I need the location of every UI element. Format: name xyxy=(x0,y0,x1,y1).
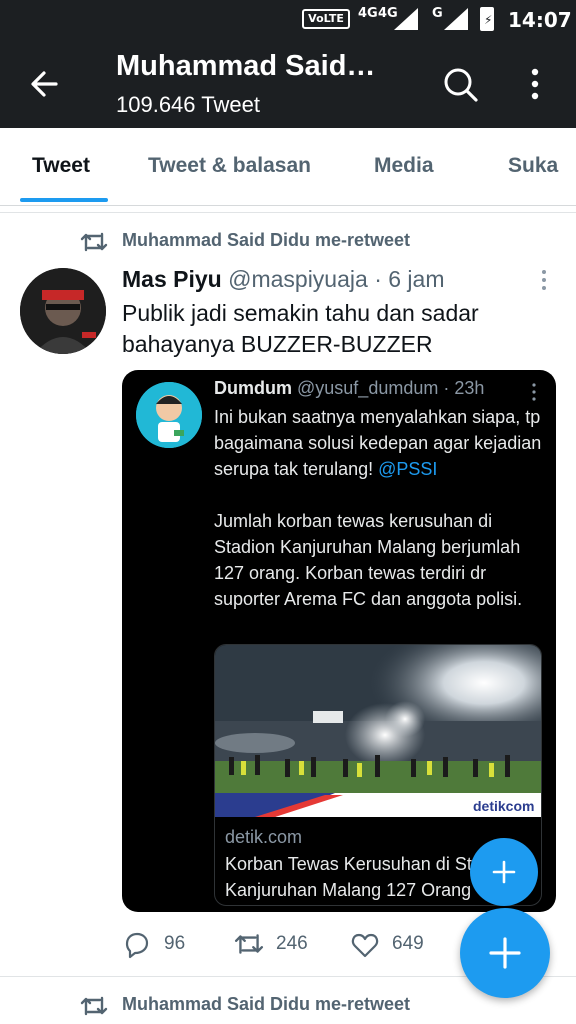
heart-icon xyxy=(351,933,379,958)
author-name[interactable]: Mas Piyu xyxy=(122,266,222,292)
signal-icon xyxy=(394,8,418,30)
retweet-icon xyxy=(80,232,108,252)
network-type-label-3: G xyxy=(432,6,443,21)
search-icon[interactable] xyxy=(440,64,480,104)
plus-icon xyxy=(492,860,516,884)
back-arrow-icon[interactable] xyxy=(26,66,62,102)
link-domain: detik.com xyxy=(225,827,303,847)
plus-icon xyxy=(489,937,521,969)
quoted-author-name: Dumdum xyxy=(214,378,292,398)
quoted-tweet-text: Ini bukan saatnya menyalahkan siapa, tp … xyxy=(214,404,548,638)
tweet-more-icon[interactable] xyxy=(538,268,550,292)
battery-icon: ⚡ xyxy=(480,7,494,31)
profile-title: Muhammad Said… xyxy=(116,50,376,82)
like-count: 649 xyxy=(392,933,424,954)
tweet-time: · 6 jam xyxy=(374,266,445,292)
mention-link[interactable]: @PSSI xyxy=(378,459,437,479)
quoted-text-para2: Jumlah korban tewas kerusuhan di Stadion… xyxy=(214,511,523,609)
compose-button-small[interactable] xyxy=(470,838,538,906)
quoted-avatar[interactable] xyxy=(136,382,202,448)
volte-badge: VoLTE xyxy=(302,9,350,29)
detik-watermark: detikcom xyxy=(473,798,534,814)
profile-tabs: Tweet Tweet & balasan Media Suka xyxy=(0,128,576,206)
quoted-more-icon[interactable] xyxy=(530,382,538,402)
clock: 14:07 xyxy=(508,8,572,32)
tab-likes[interactable]: Suka xyxy=(508,154,558,178)
compose-tweet-button[interactable] xyxy=(460,908,550,998)
tab-tweet[interactable]: Tweet xyxy=(32,154,90,178)
status-bar: VoLTE 4G 4G G ⚡ 14:07 xyxy=(0,0,576,40)
quoted-tweet-time: · 23h xyxy=(443,378,485,398)
tab-tweet-replies[interactable]: Tweet & balasan xyxy=(148,154,311,178)
tab-media[interactable]: Media xyxy=(374,154,434,178)
active-tab-indicator xyxy=(20,198,108,202)
tweet-header: Mas Piyu @maspiyuaja · 6 jam xyxy=(122,266,444,293)
signal-icon-2 xyxy=(444,8,468,30)
divider xyxy=(0,212,576,213)
more-vertical-icon[interactable] xyxy=(520,64,550,104)
tweet-text: Publik jadi semakin tahu dan sadar bahay… xyxy=(122,300,479,357)
retweet-icon xyxy=(80,996,108,1016)
author-handle[interactable]: @maspiyuaja xyxy=(228,266,368,292)
app-bar: Muhammad Said… 109.646 Tweet xyxy=(0,40,576,128)
retweet-count: 246 xyxy=(276,933,308,954)
link-preview-image: detikcom xyxy=(215,645,541,817)
tweet-count: 109.646 Tweet xyxy=(116,92,260,117)
retweet-action-icon xyxy=(234,934,264,954)
network-type-label: 4G xyxy=(358,6,378,21)
retweet-label-text: Muhammad Said Didu me-retweet xyxy=(122,230,411,250)
retweet-label-text: Muhammad Said Didu me-retweet xyxy=(122,994,411,1014)
reply-count: 96 xyxy=(164,933,186,954)
quoted-tweet-card[interactable]: Dumdum @yusuf_dumdum · 23h Ini bukan saa… xyxy=(122,370,556,912)
quoted-author-handle: @yusuf_dumdum xyxy=(297,378,439,398)
reply-icon xyxy=(125,932,149,959)
quoted-tweet-header: Dumdum @yusuf_dumdum · 23h xyxy=(214,378,484,399)
avatar[interactable] xyxy=(20,268,106,354)
